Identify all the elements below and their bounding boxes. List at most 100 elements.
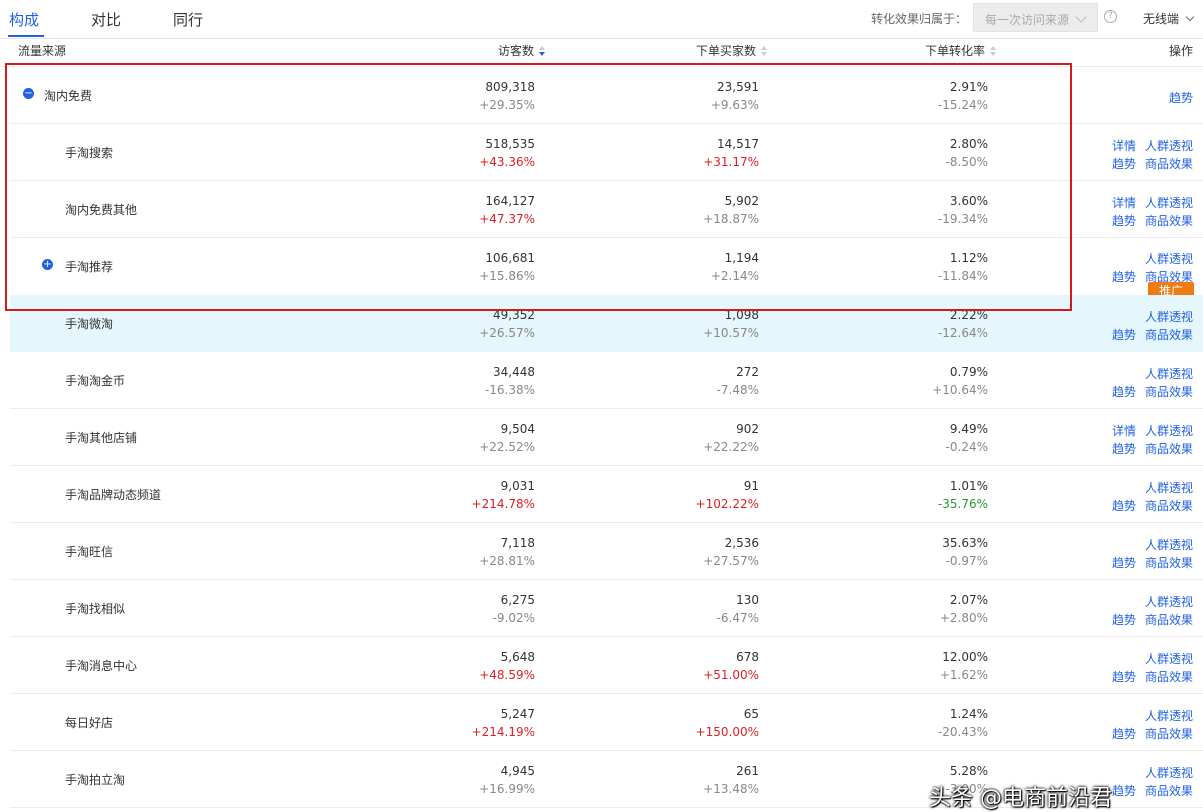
column-header-visitors[interactable]: 访客数 [498,42,546,59]
source-name: 手淘消息中心 [65,659,138,673]
rate-value: 12.00% [942,650,988,664]
product-effect-link[interactable]: 商品效果 [1145,725,1193,742]
audience-link[interactable]: 人群透视 [1145,194,1193,211]
column-header-visitors-label: 访客数 [498,44,535,58]
table-row[interactable]: 手淘其他店铺 9,504 +22.52% 902 +22.22% 9.49% -0.24% 详… [10,409,1203,466]
trend-link[interactable]: 趋势 [1112,725,1136,742]
visitors-cell: 5,648 +48.59% [355,637,535,694]
visitors-cell: 6,275 -9.02% [355,580,535,637]
buyers-value: 91 [743,479,759,493]
trend-link[interactable]: 趋势 [1112,268,1136,285]
column-header-buyers-label: 下单买家数 [696,44,757,58]
tab-peers[interactable]: 同行 [173,9,203,30]
product-effect-link[interactable]: 商品效果 [1145,782,1193,799]
source-name: 手淘拍立淘 [65,773,126,787]
visitors-value: 5,648 [500,650,535,664]
trend-link[interactable]: 趋势 [1112,383,1136,400]
rate-cell: 0.79% +10.64% [808,352,988,409]
visitors-value: 9,031 [500,479,535,493]
product-effect-link[interactable]: 商品效果 [1145,440,1193,457]
source-name: 手淘其他店铺 [65,431,138,445]
buyers-change: +10.57% [703,326,759,340]
rate-change: -0.24% [945,440,988,454]
conversion-attribution-label: 转化效果归属于： [871,12,968,26]
visitors-cell: 34,448 -16.38% [355,352,535,409]
audience-link[interactable]: 人群透视 [1145,593,1193,610]
trend-link[interactable]: 趋势 [1112,554,1136,571]
audience-link[interactable]: 人群透视 [1145,422,1193,439]
table-row[interactable]: 手淘淘金币 34,448 -16.38% 272 -7.48% 0.79% +10.64% 人… [10,352,1203,409]
details-link[interactable]: 详情 [1112,422,1136,439]
source-name: 手淘旺信 [65,545,114,559]
sort-icon[interactable] [539,46,546,56]
table-row[interactable]: 手淘旺信 7,118 +28.81% 2,536 +27.57% 35.63% -0.97%… [10,523,1203,580]
buyers-value: 2,536 [724,536,759,550]
attribution-select[interactable]: 每一次访问来源 [973,3,1098,32]
top-bar: 构成 对比 同行 转化效果归属于： 每一次访问来源 ? 无线端 [0,0,1203,38]
help-icon[interactable]: ? [1104,10,1117,23]
tab-compare[interactable]: 对比 [91,9,121,30]
watermark: 头条 @电商前沿君 [929,786,1112,811]
audience-link[interactable]: 人群透视 [1145,365,1193,382]
column-header-source: 流量来源 [18,44,67,58]
product-effect-link[interactable]: 商品效果 [1145,383,1193,400]
buyers-cell: 130 -6.47% [579,580,759,637]
trend-link[interactable]: 趋势 [1112,497,1136,514]
audience-link[interactable]: 人群透视 [1145,536,1193,553]
product-effect-link[interactable]: 商品效果 [1145,611,1193,628]
row-actions: 人群透视 趋势 商品效果 [1105,694,1195,751]
audience-link[interactable]: 人群透视 [1145,250,1193,267]
product-effect-link[interactable]: 商品效果 [1145,668,1193,685]
audience-link[interactable]: 人群透视 [1145,764,1193,781]
product-effect-link[interactable]: 商品效果 [1145,554,1193,571]
buyers-cell: 902 +22.22% [579,409,759,466]
audience-link[interactable]: 人群透视 [1145,707,1193,724]
buyers-change: +150.00% [695,725,759,739]
audience-link[interactable]: 人群透视 [1145,137,1193,154]
highlight-box [5,63,1072,311]
audience-link[interactable]: 人群透视 [1145,650,1193,667]
source-name: 手淘品牌动态频道 [65,488,162,502]
trend-link[interactable]: 趋势 [1112,668,1136,685]
device-select[interactable]: 无线端 [1143,10,1195,27]
details-link[interactable]: 详情 [1112,194,1136,211]
trend-link[interactable]: 趋势 [1169,89,1193,106]
audience-link[interactable]: 人群透视 [1145,308,1193,325]
details-link[interactable]: 详情 [1112,137,1136,154]
attribution-select-value: 每一次访问来源 [985,13,1070,27]
column-header-rate-label: 下单转化率 [925,44,986,58]
row-actions: 人群透视 趋势 商品效果 [1105,751,1195,808]
trend-link[interactable]: 趋势 [1112,440,1136,457]
row-actions: 人群透视 趋势 商品效果 [1105,637,1195,694]
sort-icon[interactable] [990,46,997,56]
table-row[interactable]: 手淘找相似 6,275 -9.02% 130 -6.47% 2.07% +2.80% 人群透视… [10,580,1203,637]
product-effect-link[interactable]: 商品效果 [1145,326,1193,343]
trend-link[interactable]: 趋势 [1112,782,1136,799]
buyers-value: 261 [736,764,759,778]
rate-cell: 12.00% +1.62% [808,637,988,694]
rate-value: 5.28% [949,764,988,778]
table-row[interactable]: 手淘消息中心 5,648 +48.59% 678 +51.00% 12.00% +1.62%… [10,637,1203,694]
table-row[interactable]: 每日好店 5,247 +214.19% 65 +150.00% 1.24% -20.43% 人… [10,694,1203,751]
tab-composition[interactable]: 构成 [9,9,39,30]
sort-icon[interactable] [761,46,768,56]
visitors-change: +214.19% [471,725,535,739]
product-effect-link[interactable]: 商品效果 [1145,497,1193,514]
buyers-change: +13.48% [703,782,759,796]
trend-link[interactable]: 趋势 [1112,326,1136,343]
rate-value: 2.07% [949,593,988,607]
table-row[interactable]: 手淘品牌动态频道 9,031 +214.78% 91 +102.22% 1.01% -35.… [10,466,1203,523]
product-effect-link[interactable]: 商品效果 [1145,212,1193,229]
trend-link[interactable]: 趋势 [1112,212,1136,229]
rate-value: 0.79% [949,365,988,379]
trend-link[interactable]: 趋势 [1112,155,1136,172]
row-actions: 趋势 [1105,67,1195,124]
visitors-change: +28.81% [479,554,535,568]
product-effect-link[interactable]: 商品效果 [1145,155,1193,172]
column-header-buyers[interactable]: 下单买家数 [696,42,768,59]
column-header-rate[interactable]: 下单转化率 [925,42,997,59]
visitors-cell: 4,945 +16.99% [355,751,535,808]
rate-cell: 1.24% -20.43% [808,694,988,751]
trend-link[interactable]: 趋势 [1112,611,1136,628]
audience-link[interactable]: 人群透视 [1145,479,1193,496]
